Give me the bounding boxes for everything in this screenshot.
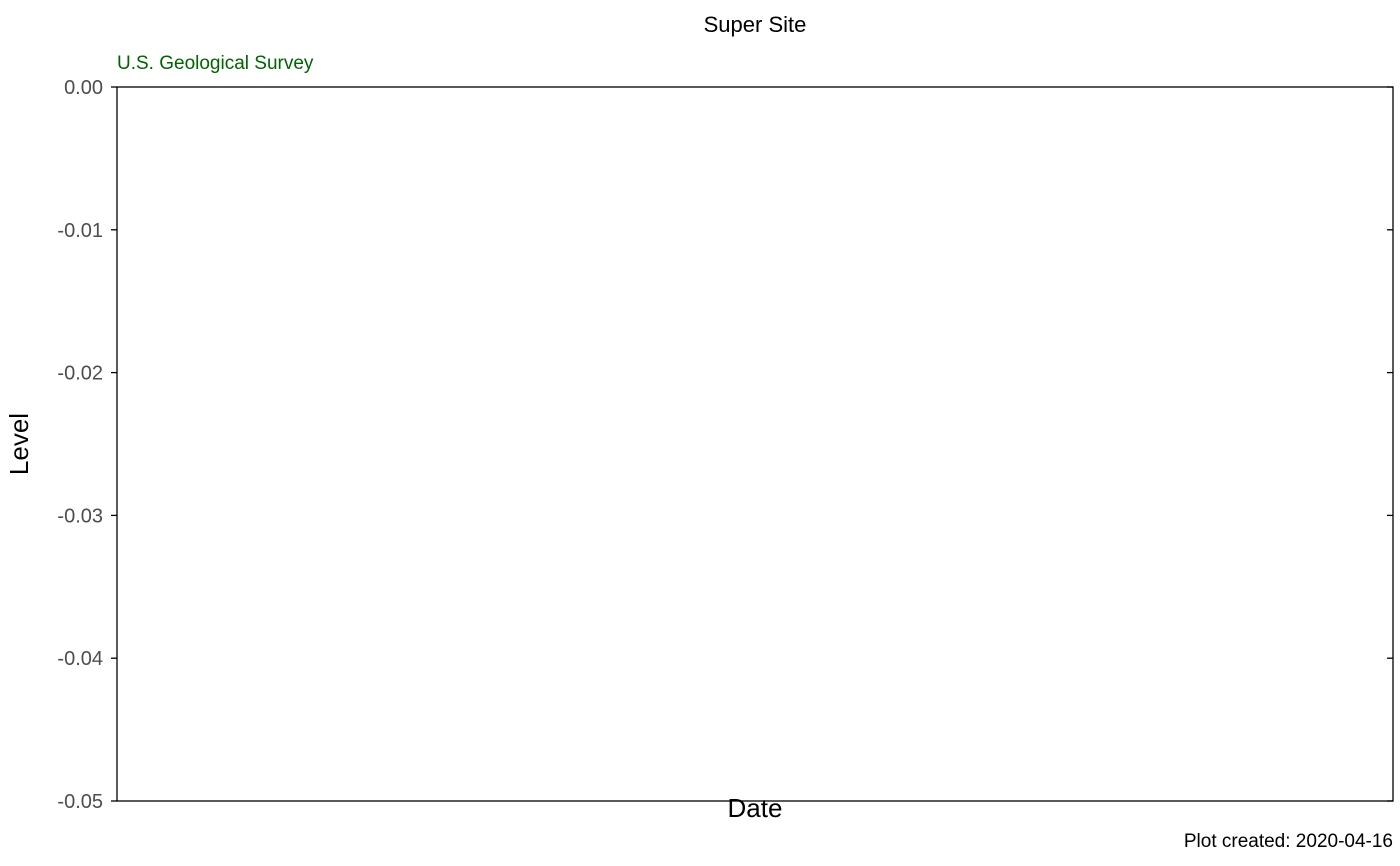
plot-created-caption: Plot created: 2020-04-16 (1184, 831, 1393, 852)
chart: Super Site U.S. Geological Survey 0.00 -0… (4, 12, 1394, 852)
chart-title: Super Site (704, 12, 807, 37)
y-tick-label: -0.05 (57, 791, 103, 813)
x-axis-label: Date (728, 793, 783, 823)
y-tick-label: -0.04 (57, 648, 103, 670)
y-tick-label: -0.02 (57, 363, 103, 385)
y-axis-tick-labels: 0.00 -0.01 -0.02 -0.03 -0.04 -0.05 (57, 77, 103, 813)
y-tick-label: -0.01 (57, 220, 103, 242)
y-tick-label: 0.00 (64, 77, 103, 99)
y-tick-label: -0.03 (57, 505, 103, 527)
chart-subtitle: U.S. Geological Survey (117, 53, 314, 74)
plot-background (117, 87, 1393, 801)
y-axis-label: Level (4, 413, 34, 475)
